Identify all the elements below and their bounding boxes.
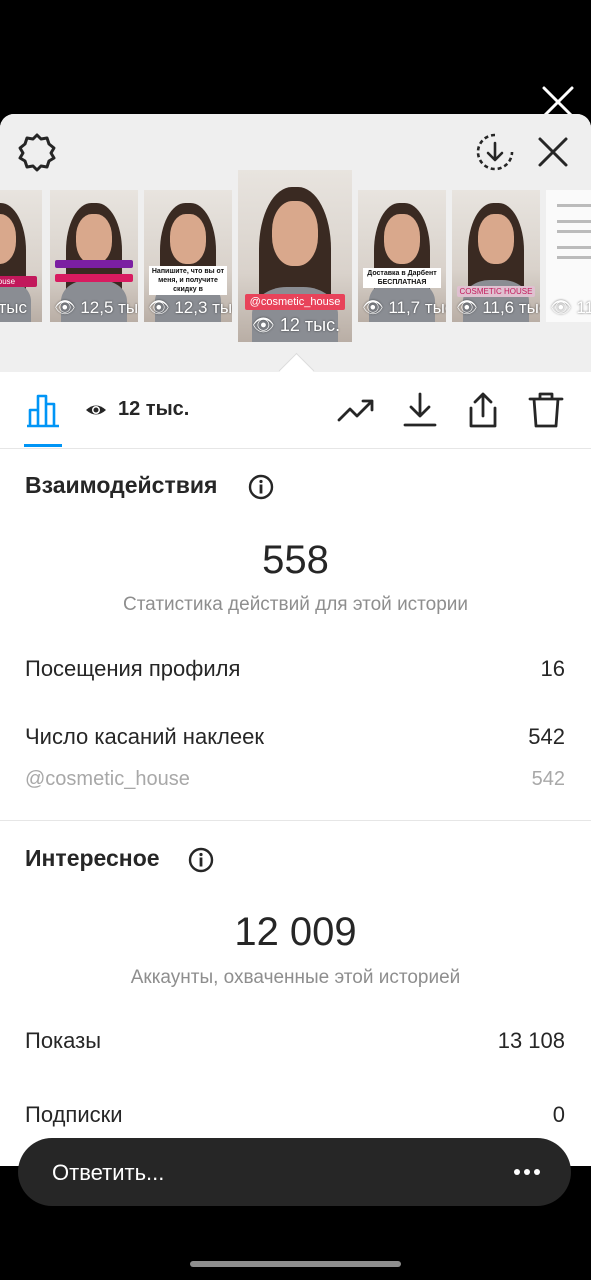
story-thumb-tag: @cosmetic_house	[244, 294, 346, 310]
chart-icon[interactable]	[23, 390, 63, 430]
impressions-value: 13 108	[497, 1028, 565, 1053]
story-thumb-caption: Напишите, что вы от меня, и получите ски…	[149, 266, 227, 295]
story-strip-header: tic_house 👁 9 тыс 👁 12,5 тыс Напишите, ч…	[0, 114, 591, 373]
interactions-total: 558	[262, 538, 329, 582]
insights-toolbar: 12 тыс.	[0, 372, 591, 449]
home-indicator[interactable]	[190, 1261, 401, 1267]
story-thumbnails: tic_house 👁 9 тыс 👁 12,5 тыс Напишите, ч…	[0, 170, 591, 350]
story-thumb[interactable]: COSMETIC HOUSE 👁 11,6 тыс	[452, 190, 540, 322]
story-thumb-views: 👁 12,5 тыс	[54, 298, 138, 317]
views-count: 12 тыс.	[118, 398, 190, 420]
share-icon[interactable]	[463, 390, 503, 430]
sticker-mention-value: 542	[531, 768, 565, 790]
discovery-total: 12 009	[234, 910, 357, 954]
discovery-subtitle: Аккаунты, охваченные этой историей	[130, 967, 461, 988]
info-icon[interactable]	[248, 474, 274, 500]
interactions-title: Взаимодействия	[25, 472, 218, 498]
story-thumb[interactable]: tic_house 👁 9 тыс	[0, 190, 42, 322]
story-thumb-tag: COSMETIC HOUSE	[457, 286, 535, 297]
section-divider	[0, 820, 591, 821]
story-thumb[interactable]: 👁 11	[546, 190, 591, 322]
story-thumb-views: 👁 12 тыс.	[252, 315, 341, 335]
profile-visits-value: 16	[540, 656, 565, 681]
active-tab-indicator	[24, 444, 62, 447]
follows-value: 0	[552, 1102, 565, 1127]
trash-icon[interactable]	[526, 390, 566, 430]
eye-icon	[86, 405, 106, 415]
trending-icon[interactable]	[336, 390, 376, 430]
close-sheet-icon[interactable]	[532, 131, 574, 173]
story-thumb-views: 👁 9 тыс	[0, 298, 27, 317]
download-circle-icon[interactable]	[474, 131, 516, 173]
story-thumb-caption: Доставка в Дарбент БЕСПЛАТНАЯ	[363, 268, 441, 288]
story-thumb-views: 👁 11	[550, 298, 591, 317]
impressions-label: Показы	[25, 1028, 102, 1053]
story-thumb-views: 👁 11,6 тыс	[456, 298, 540, 317]
story-thumb[interactable]: 👁 12,5 тыс	[50, 190, 138, 322]
story-thumb-selected[interactable]: @cosmetic_house 👁 12 тыс.	[238, 170, 352, 342]
interactions-subtitle: Статистика действий для этой истории	[122, 594, 469, 615]
profile-visits-label: Посещения профиля	[25, 656, 241, 681]
settings-icon[interactable]	[16, 131, 58, 173]
story-thumb-views: 👁 11,7 тыс	[362, 298, 446, 317]
discovery-title: Интересное	[25, 845, 160, 871]
sticker-taps-value: 542	[528, 724, 565, 749]
story-thumb-tag: tic_house	[0, 276, 37, 287]
follows-label: Подписки	[25, 1102, 123, 1127]
story-insights-sheet: tic_house 👁 9 тыс 👁 12,5 тыс Напишите, ч…	[0, 114, 591, 1166]
info-icon[interactable]	[188, 847, 214, 873]
more-icon[interactable]	[512, 1162, 542, 1182]
reply-placeholder: Ответить...	[52, 1160, 165, 1185]
sticker-taps-label: Число касаний наклеек	[25, 724, 264, 749]
story-thumb[interactable]: Доставка в Дарбент БЕСПЛАТНАЯ 👁 11,7 тыс	[358, 190, 446, 322]
reply-input[interactable]: Ответить...	[18, 1138, 571, 1206]
story-thumb-views: 👁 12,3 тыс.	[148, 298, 232, 317]
story-thumb[interactable]: Напишите, что вы от меня, и получите ски…	[144, 190, 232, 322]
download-icon[interactable]	[400, 390, 440, 430]
sticker-mention-label: @cosmetic_house	[25, 768, 190, 790]
